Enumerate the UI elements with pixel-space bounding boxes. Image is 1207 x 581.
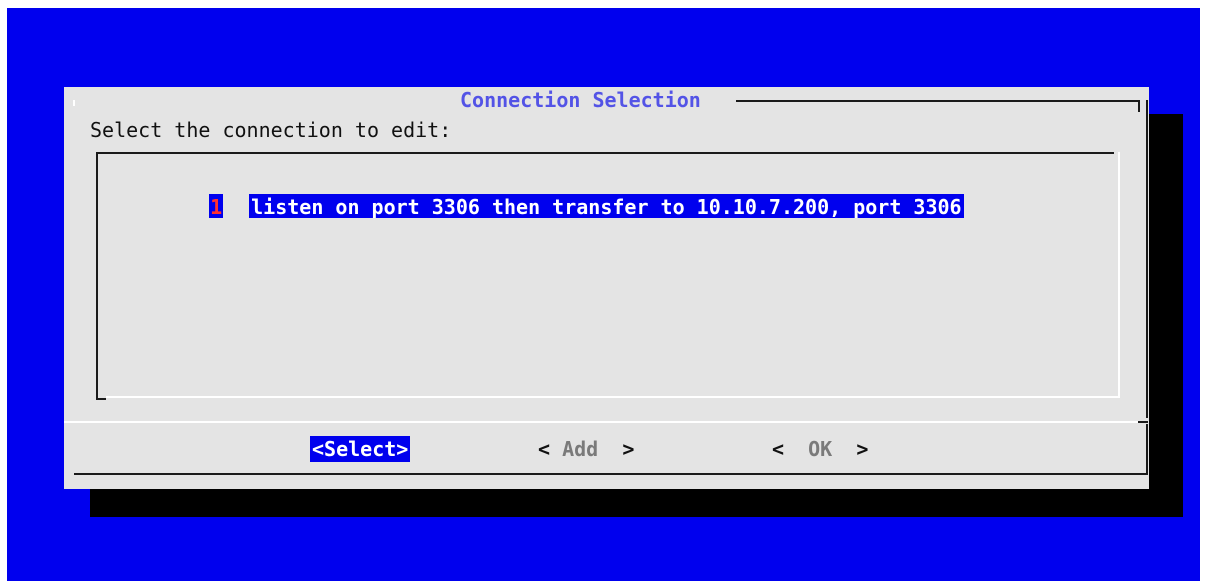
dialog-border-top <box>736 100 1140 102</box>
ok-button-label: OK <box>808 437 833 461</box>
list-border-corner <box>96 398 106 400</box>
add-button-right-bracket: > <box>622 437 635 461</box>
button-separator <box>64 421 1144 423</box>
dialog-border-right <box>1146 100 1148 418</box>
list-border-bottom <box>106 396 1120 398</box>
ok-button-left-bracket: < <box>772 437 785 461</box>
list-item-label: listen on port 3306 then transfer to 10.… <box>249 194 964 219</box>
dialog-border-bottom <box>74 473 1148 475</box>
list-border-left <box>96 152 98 400</box>
dialog-title: Connection Selection <box>456 87 705 117</box>
ok-button-right-bracket: > <box>856 437 869 461</box>
add-button[interactable]: < Add > <box>538 436 634 462</box>
dialog-border-corner <box>1138 100 1140 112</box>
ok-button-space-1 <box>784 437 808 461</box>
add-button-space-1 <box>550 437 562 461</box>
ok-button-space-2 <box>832 437 856 461</box>
list-border-top <box>96 152 1114 154</box>
list-item[interactable]: 1 listen on port 3306 then transfer to 10… <box>185 168 964 219</box>
add-button-left-bracket: < <box>538 437 551 461</box>
add-button-space-2 <box>598 437 622 461</box>
ok-button[interactable]: < OK > <box>772 436 868 462</box>
dialog-border-left <box>73 100 75 106</box>
add-button-label: Add <box>562 437 599 461</box>
dialog-border-right-lower <box>1146 424 1148 475</box>
list-item-tag: 1 <box>209 194 224 219</box>
dialog-prompt: Select the connection to edit: <box>90 118 452 142</box>
select-button[interactable]: <Select> <box>310 436 411 462</box>
list-border-right <box>1118 152 1120 398</box>
button-separator-corner <box>1138 421 1148 423</box>
